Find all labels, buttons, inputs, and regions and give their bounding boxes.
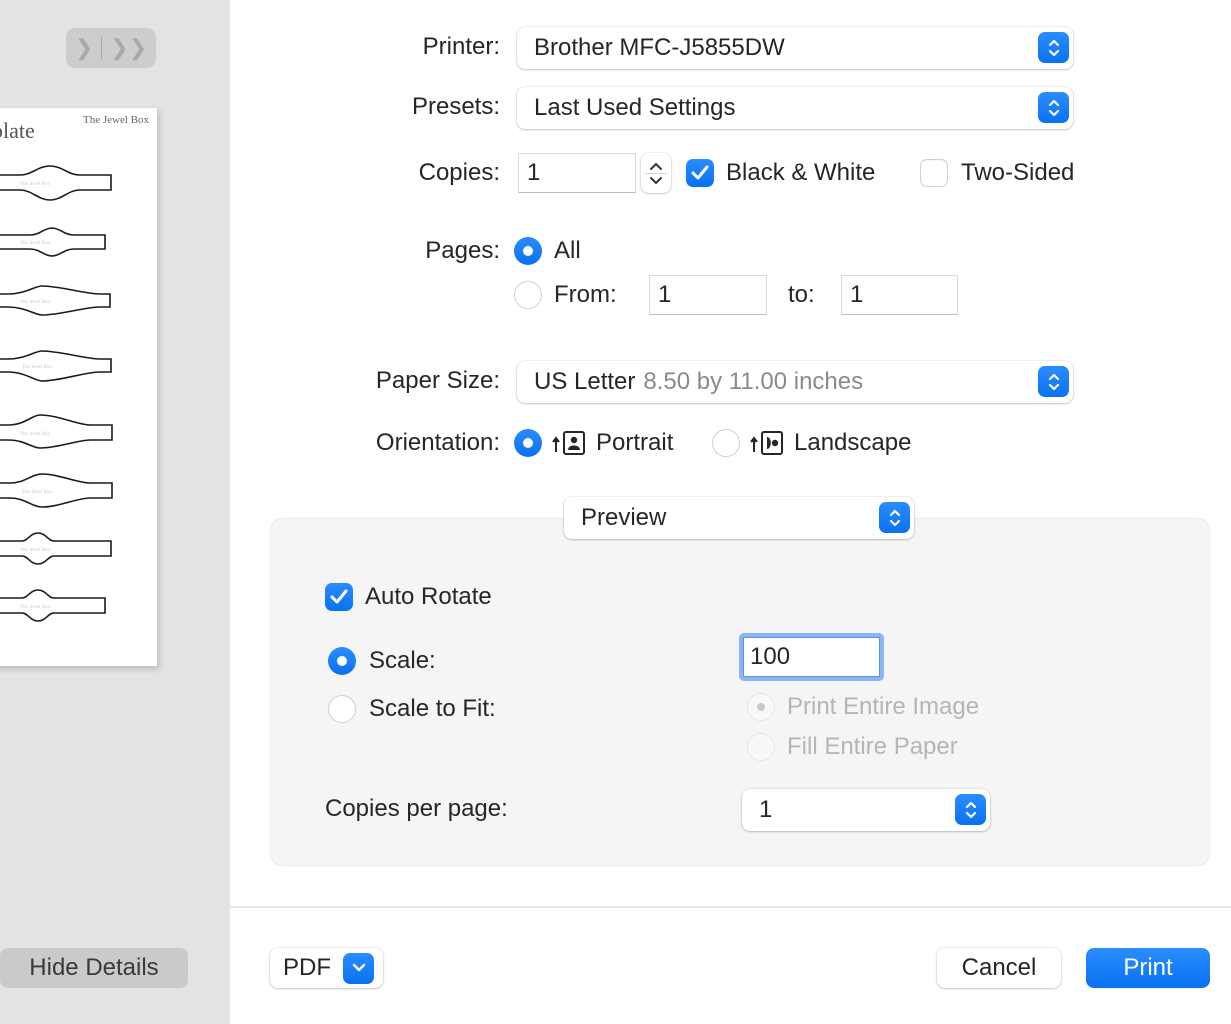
- copies-per-page-select[interactable]: 1: [742, 789, 990, 831]
- orientation-label: Orientation:: [375, 429, 500, 456]
- printer-label: Printer:: [422, 33, 500, 60]
- auto-rotate-checkbox[interactable]: [325, 583, 353, 611]
- pages-all-radio[interactable]: [514, 237, 542, 265]
- hide-details-button[interactable]: Hide Details: [0, 948, 188, 988]
- copies-label: Copies:: [418, 159, 500, 186]
- printer-select[interactable]: Brother MFC-J5855DW: [517, 27, 1073, 69]
- stepper-up-icon[interactable]: [649, 161, 663, 171]
- updown-chevron-icon: [879, 502, 910, 533]
- scale-to-fit-radio[interactable]: [328, 695, 356, 723]
- fill-entire-paper-radio[interactable]: [747, 733, 775, 761]
- svg-text:The Jewel Box: The Jewel Box: [20, 605, 50, 610]
- pages-all-label: All: [554, 237, 581, 264]
- page-navigation: ❯ ❯❯: [66, 28, 156, 68]
- svg-text:The Jewel Box: The Jewel Box: [20, 300, 50, 305]
- updown-chevron-icon: [955, 794, 986, 825]
- svg-text:The Jewel Box: The Jewel Box: [22, 490, 52, 495]
- black-white-label: Black & White: [726, 159, 876, 186]
- paper-size-detail: 8.50 by 11.00 inches: [643, 368, 864, 395]
- band-shape-7: [0, 532, 112, 565]
- checkmark-icon: [330, 589, 348, 604]
- pages-from-label: From:: [554, 281, 617, 308]
- paper-size-select[interactable]: US Letter 8.50 by 11.00 inches: [517, 361, 1073, 403]
- copies-per-page-value: 1: [759, 796, 773, 823]
- band-shape-5: [0, 414, 113, 449]
- band-shape-1: [0, 165, 112, 201]
- pages-label: Pages:: [425, 237, 500, 264]
- printer-value: Brother MFC-J5855DW: [534, 34, 785, 61]
- pages-from-radio[interactable]: [514, 281, 542, 309]
- landscape-radio[interactable]: [712, 429, 740, 457]
- landscape-icon: [750, 431, 783, 455]
- print-entire-image-radio[interactable]: [747, 693, 775, 721]
- pages-to-label: to:: [788, 281, 815, 308]
- scale-radio[interactable]: [328, 647, 356, 675]
- scale-field-focus-ring: [739, 633, 884, 681]
- print-button[interactable]: Print: [1086, 948, 1210, 988]
- band-shape-2: [0, 227, 106, 257]
- chevron-down-icon: [343, 952, 374, 984]
- scale-input[interactable]: [743, 637, 880, 677]
- stepper-down-icon[interactable]: [649, 176, 663, 186]
- pages-to-field[interactable]: 1: [841, 275, 958, 315]
- auto-rotate-label: Auto Rotate: [365, 583, 492, 610]
- next-page-icon[interactable]: ❯: [75, 35, 93, 61]
- nav-separator: [101, 37, 103, 59]
- portrait-radio[interactable]: [514, 429, 542, 457]
- copies-per-page-label: Copies per page:: [325, 795, 508, 822]
- print-entire-image-label: Print Entire Image: [787, 693, 980, 720]
- two-sided-checkbox[interactable]: [920, 159, 948, 187]
- two-sided-label: Two-Sided: [961, 159, 1075, 186]
- last-page-icon[interactable]: ❯❯: [110, 35, 147, 61]
- updown-chevron-icon: [1038, 32, 1069, 63]
- pdf-label: PDF: [283, 954, 331, 981]
- portrait-icon: [552, 431, 585, 455]
- svg-text:The Jewel Box: The Jewel Box: [20, 241, 50, 246]
- paper-size-value: US Letter: [534, 368, 636, 395]
- app-section-select[interactable]: Preview: [564, 497, 914, 539]
- presets-value: Last Used Settings: [534, 94, 736, 121]
- updown-chevron-icon: [1038, 366, 1069, 397]
- preview-sidebar: ❯ ❯❯ plate The Jewel Box The Jewel Box T…: [0, 0, 230, 1024]
- band-shape-3: [0, 285, 111, 316]
- paper-size-label: Paper Size:: [375, 367, 500, 394]
- copies-stepper[interactable]: [641, 153, 671, 193]
- svg-text:The Jewel Box: The Jewel Box: [20, 432, 50, 437]
- checkmark-icon: [691, 165, 709, 180]
- svg-text:The Jewel Box: The Jewel Box: [22, 365, 52, 370]
- pdf-menu-button[interactable]: PDF: [270, 948, 383, 988]
- footer-divider: [230, 906, 1231, 908]
- presets-select[interactable]: Last Used Settings: [517, 87, 1073, 129]
- fill-entire-paper-label: Fill Entire Paper: [787, 733, 958, 760]
- svg-text:The Jewel Box: The Jewel Box: [20, 182, 50, 187]
- cancel-button[interactable]: Cancel: [937, 948, 1061, 988]
- black-white-checkbox[interactable]: [686, 159, 714, 187]
- band-shape-6: [0, 473, 113, 508]
- band-shape-8: [0, 589, 106, 622]
- landscape-label: Landscape: [794, 429, 912, 456]
- scale-to-fit-label: Scale to Fit:: [369, 695, 496, 722]
- svg-text:The Jewel Box: The Jewel Box: [20, 548, 50, 553]
- page-preview-thumbnail: plate The Jewel Box The Jewel Box The Je…: [0, 108, 157, 666]
- updown-chevron-icon: [1038, 92, 1069, 123]
- band-shape-4: [0, 350, 112, 382]
- copies-field[interactable]: 1: [518, 153, 636, 193]
- app-section-value: Preview: [581, 504, 667, 531]
- pages-from-field[interactable]: 1: [649, 275, 767, 315]
- scale-label: Scale:: [369, 647, 436, 674]
- presets-label: Presets:: [411, 93, 500, 120]
- preview-shapes: The Jewel Box The Jewel Box The Jewel Bo…: [0, 165, 113, 622]
- portrait-label: Portrait: [596, 429, 674, 456]
